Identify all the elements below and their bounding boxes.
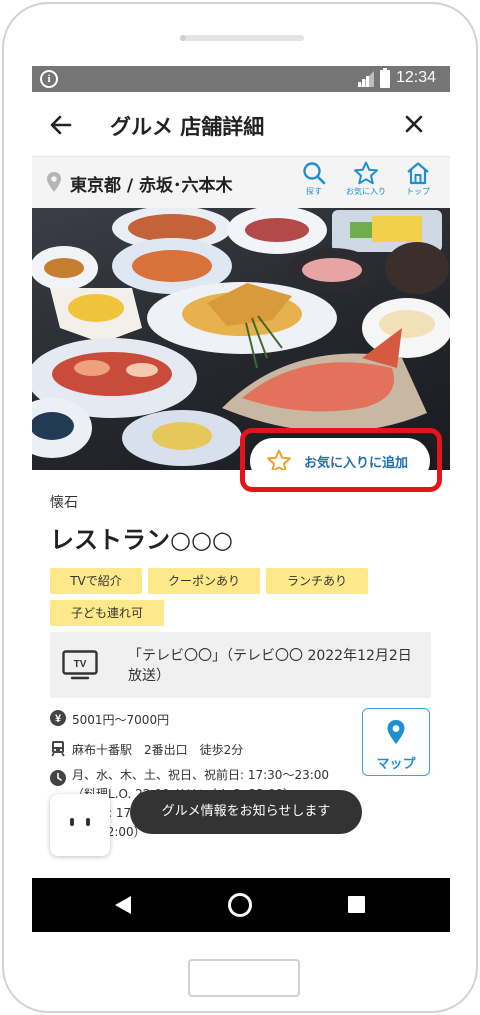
favorites-nav-button[interactable]: お気に入り bbox=[340, 161, 392, 205]
page-title: グルメ 店舗詳細 bbox=[110, 115, 265, 139]
yen-icon: ¥ bbox=[50, 710, 66, 726]
clock-icon bbox=[50, 770, 66, 786]
nav-home-icon[interactable] bbox=[228, 893, 252, 917]
chat-bot-button[interactable] bbox=[50, 794, 110, 856]
phone-speaker bbox=[180, 35, 304, 41]
nav-back-icon[interactable] bbox=[114, 895, 132, 915]
favorites-nav-label: お気に入り bbox=[346, 187, 386, 196]
status-bar: i 12:34 bbox=[32, 66, 450, 92]
location-text: 東京都 / 赤坂･六本木 bbox=[70, 176, 233, 196]
tag-tv: TVで紹介 bbox=[50, 568, 142, 594]
tag-kids: 子ども連れ可 bbox=[50, 600, 164, 626]
tv-notice: TV 「テレビ〇〇」（テレビ〇〇 2022年12月2日放送） bbox=[50, 632, 431, 698]
search-nav-label: 探す bbox=[306, 187, 322, 196]
tv-notice-text: 「テレビ〇〇」（テレビ〇〇 2022年12月2日放送） bbox=[128, 648, 412, 684]
signal-icon bbox=[358, 71, 374, 87]
arrow-left-icon[interactable] bbox=[48, 112, 74, 138]
add-favorite-label: お気に入りに追加 bbox=[304, 456, 409, 470]
chat-eye-right bbox=[86, 818, 90, 826]
map-button-label: マップ bbox=[376, 757, 416, 772]
tag-coupon: クーポンあり bbox=[148, 568, 260, 594]
info-icon: i bbox=[40, 70, 58, 88]
search-nav-button[interactable]: 探す bbox=[288, 161, 340, 205]
food-photo: お気に入りに追加 bbox=[32, 208, 450, 470]
clock: 12:34 bbox=[396, 69, 437, 86]
phone-camera bbox=[180, 35, 186, 41]
access-text: 麻布十番駅 2番出口 徒歩2分 bbox=[72, 743, 244, 757]
battery-icon bbox=[380, 68, 390, 88]
phone-home-button[interactable] bbox=[188, 959, 300, 997]
location-bar: 東京都 / 赤坂･六本木 探す お気に入り トップ bbox=[32, 156, 450, 208]
top-nav-label: トップ bbox=[406, 187, 430, 196]
svg-text:TV: TV bbox=[74, 659, 87, 670]
shop-name: レストラン○○○ bbox=[50, 526, 233, 554]
star-outline-icon bbox=[267, 449, 291, 470]
shop-category: 懐石 bbox=[50, 495, 78, 511]
tv-icon: TV bbox=[62, 650, 98, 680]
home-icon bbox=[407, 162, 429, 185]
add-favorite-button[interactable]: お気に入りに追加 bbox=[250, 438, 430, 470]
nav-recents-icon[interactable] bbox=[348, 896, 365, 913]
screen: i 12:34 グルメ 店舗詳細 東京都 / 赤坂･六本木 探す お気に入り ト… bbox=[32, 66, 450, 932]
map-button[interactable]: マップ bbox=[362, 708, 430, 776]
app-header: グルメ 店舗詳細 bbox=[32, 92, 450, 156]
train-icon bbox=[51, 741, 65, 757]
system-nav-bar bbox=[32, 878, 450, 932]
svg-text:¥: ¥ bbox=[55, 713, 62, 725]
map-pin-icon bbox=[387, 720, 405, 744]
chat-eye-left bbox=[70, 818, 74, 826]
top-nav-button[interactable]: トップ bbox=[392, 161, 444, 205]
close-icon[interactable] bbox=[402, 112, 426, 136]
toast-message: グルメ情報をお知らせします bbox=[130, 790, 362, 834]
search-icon bbox=[303, 162, 326, 185]
budget-text: 5001円〜7000円 bbox=[72, 713, 170, 727]
food-photo-illustration bbox=[32, 208, 450, 466]
hours-line-1: 月、水、木、土、祝日、祝前日: 17:30〜23:00 bbox=[72, 768, 330, 782]
tag-lunch: ランチあり bbox=[266, 568, 368, 594]
star-icon bbox=[354, 161, 378, 185]
location-pin-icon bbox=[47, 172, 61, 192]
